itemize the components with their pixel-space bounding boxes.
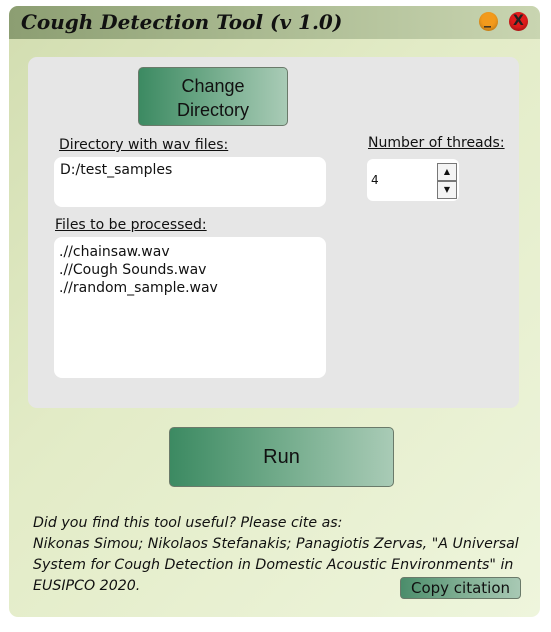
change-directory-button[interactable]: Change Directory — [138, 67, 288, 126]
change-directory-label-line1: Change — [181, 76, 245, 96]
citation-line: System for Cough Detection in Domestic A… — [33, 557, 514, 573]
copy-citation-button[interactable]: Copy citation — [400, 577, 521, 599]
minimize-icon: _ — [484, 12, 491, 28]
spin-down-button[interactable]: ▼ — [437, 181, 457, 199]
window-title: Cough Detection Tool (v 1.0) — [21, 10, 343, 34]
settings-panel: Change Directory Directory with wav file… — [28, 57, 519, 408]
citation-line: Did you find this tool useful? Please ci… — [33, 515, 343, 531]
list-item: .//random_sample.wav — [59, 280, 218, 296]
citation-line: Nikonas Simou; Nikolaos Stefanakis; Pana… — [33, 536, 519, 552]
threads-spinbox[interactable]: 4 ▲ ▼ — [367, 159, 459, 201]
files-list[interactable]: .//chainsaw.wav .//Cough Sounds.wav .//r… — [54, 237, 326, 378]
app-window: Cough Detection Tool (v 1.0) _ X Change … — [9, 6, 540, 617]
threads-value[interactable]: 4 — [371, 173, 379, 187]
triangle-down-icon: ▼ — [443, 185, 451, 194]
directory-field[interactable]: D:/test_samples — [54, 157, 326, 207]
triangle-up-icon: ▲ — [443, 167, 451, 176]
directory-label: Directory with wav files: — [59, 137, 229, 153]
close-button[interactable]: X — [509, 12, 528, 31]
list-item: .//Cough Sounds.wav — [59, 262, 207, 278]
title-bar[interactable]: Cough Detection Tool (v 1.0) _ X — [9, 6, 540, 39]
close-icon: X — [513, 13, 524, 29]
files-label: Files to be processed: — [55, 217, 207, 233]
change-directory-label-line2: Directory — [176, 100, 249, 120]
run-button[interactable]: Run — [169, 427, 394, 487]
minimize-button[interactable]: _ — [479, 12, 498, 31]
threads-label: Number of threads: — [368, 135, 505, 151]
spin-up-button[interactable]: ▲ — [437, 163, 457, 181]
list-item: .//chainsaw.wav — [59, 244, 170, 260]
